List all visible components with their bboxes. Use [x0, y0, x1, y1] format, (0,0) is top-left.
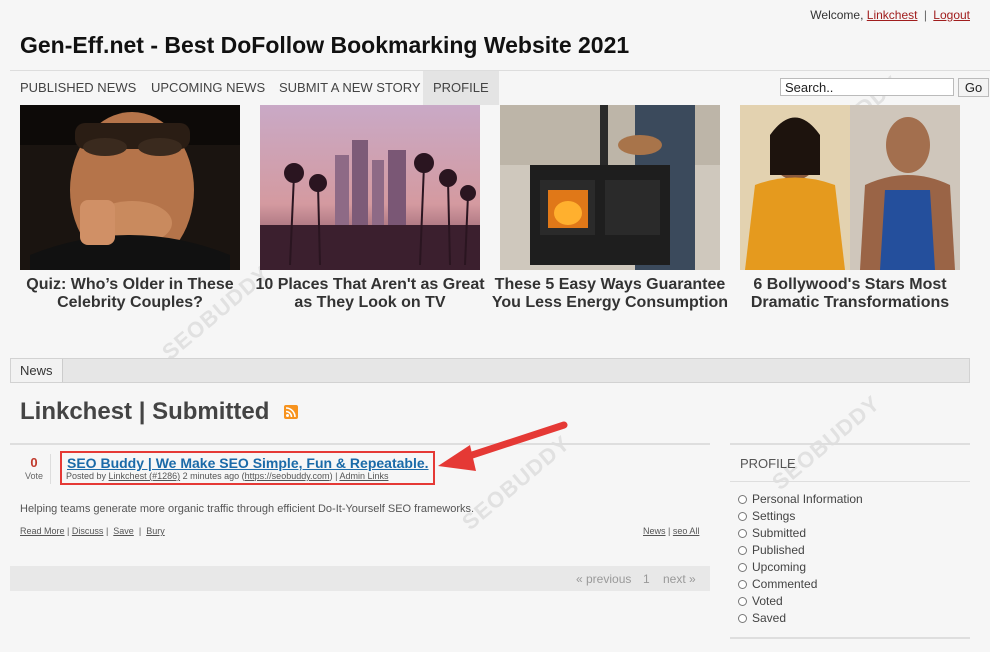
sidebar-item-label: Published	[752, 543, 805, 557]
sidebar-top-divider	[730, 443, 970, 445]
sidebar-item-personal-information[interactable]: Personal Information	[738, 492, 863, 506]
welcome-bar: Welcome, Linkchest | Logout	[810, 8, 970, 22]
action-sep: |	[105, 526, 109, 536]
story-url-link[interactable]: https://seobuddy.com	[245, 471, 330, 481]
bullet-circle-icon	[738, 614, 747, 623]
sidebar-item-published[interactable]: Published	[738, 543, 805, 557]
logout-link[interactable]: Logout	[933, 8, 970, 22]
search-go-button[interactable]: Go	[958, 78, 989, 97]
bury-link[interactable]: Bury	[146, 526, 165, 536]
sidebar-item-label: Settings	[752, 509, 796, 523]
read-more-link[interactable]: Read More	[20, 526, 65, 536]
content-divider	[10, 443, 710, 445]
story-title-link[interactable]: SEO Buddy | We Make SEO Simple, Fun & Re…	[67, 455, 429, 471]
seo-all-link[interactable]: seo All	[673, 526, 700, 536]
category-news-link[interactable]: News	[643, 526, 666, 536]
welcome-label: Welcome,	[810, 8, 864, 22]
featured-image-4[interactable]	[740, 105, 960, 270]
bullet-circle-icon	[738, 563, 747, 572]
featured-title-3[interactable]: These 5 Easy Ways Guarantee You Less Ene…	[490, 276, 730, 312]
nav-profile[interactable]: Profile	[423, 71, 499, 105]
bullet-circle-icon	[738, 597, 747, 606]
action-sep: |	[138, 526, 142, 536]
featured-image-2[interactable]	[260, 105, 480, 270]
nav-published-news[interactable]: Published News	[10, 71, 146, 105]
sidebar-item-submitted[interactable]: Submitted	[738, 526, 806, 540]
site-title[interactable]: Gen-Eff.net - Best DoFollow Bookmarking …	[20, 32, 629, 59]
nav-submit-story[interactable]: Submit a New Story	[269, 71, 431, 105]
welcome-separator: |	[923, 8, 927, 22]
story-actions: Read More | Discuss | Save | Bury	[20, 526, 165, 536]
featured-title-4[interactable]: 6 Bollywood's Stars Most Dramatic Transf…	[730, 276, 970, 312]
sidebar-item-label: Voted	[752, 594, 783, 608]
bullet-circle-icon	[738, 580, 747, 589]
pager-previous[interactable]: « previous	[576, 572, 631, 586]
discuss-link[interactable]: Discuss	[72, 526, 104, 536]
featured-image-1[interactable]	[20, 105, 240, 270]
pagination: « previous 1 next »	[10, 566, 710, 591]
vote-count: 0	[30, 455, 38, 470]
sidebar-item-label: Saved	[752, 611, 787, 625]
vote-button[interactable]: Vote	[22, 471, 46, 481]
bullet-circle-icon	[738, 529, 747, 538]
story-author-link[interactable]: Linkchest (#1286)	[109, 471, 181, 481]
rss-icon[interactable]	[284, 405, 298, 419]
sidebar-item-label: Upcoming	[752, 560, 807, 574]
sidebar-item-upcoming[interactable]: Upcoming	[738, 560, 806, 574]
category-sep: |	[668, 526, 671, 536]
story-meta: Posted by Linkchest (#1286) 2 minutes ag…	[66, 471, 388, 481]
tab-news[interactable]: News	[11, 359, 63, 382]
pager-page-1[interactable]: 1	[643, 572, 650, 586]
story-url-close: )	[329, 471, 333, 481]
sidebar-item-saved[interactable]: Saved	[738, 611, 786, 625]
sidebar-item-label: Commented	[752, 577, 818, 591]
sidebar-divider	[730, 481, 970, 482]
sidebar-bottom-divider	[730, 637, 970, 639]
tab-bar: News	[10, 358, 970, 383]
pager-next[interactable]: next »	[663, 572, 696, 586]
sidebar-item-label: Personal Information	[752, 492, 863, 506]
username-link[interactable]: Linkchest	[867, 8, 918, 22]
story-admin-sep: |	[335, 471, 338, 481]
story-categories: News | seo All	[643, 526, 699, 536]
sidebar-item-settings[interactable]: Settings	[738, 509, 795, 523]
bullet-circle-icon	[738, 512, 747, 521]
story-description: Helping teams generate more organic traf…	[20, 503, 475, 515]
search-input[interactable]: Search..	[780, 78, 954, 96]
featured-title-1[interactable]: Quiz: Who’s Older in These Celebrity Cou…	[10, 276, 250, 312]
story-meta-prefix: Posted by	[66, 471, 107, 481]
annotation-arrow-icon	[438, 421, 568, 471]
action-sep: |	[67, 526, 70, 536]
featured-image-3[interactable]	[500, 105, 720, 270]
sidebar-heading: Profile	[740, 456, 796, 471]
save-link[interactable]: Save	[113, 526, 134, 536]
sidebar-item-voted[interactable]: Voted	[738, 594, 783, 608]
vote-divider	[50, 454, 51, 484]
nav-upcoming-news[interactable]: Upcoming News	[141, 71, 275, 105]
story-time: 2 minutes ago	[182, 471, 240, 481]
page-title: Linkchest | Submitted	[20, 398, 270, 425]
bullet-circle-icon	[738, 546, 747, 555]
sidebar-item-commented[interactable]: Commented	[738, 577, 817, 591]
sidebar-item-label: Submitted	[752, 526, 807, 540]
bullet-circle-icon	[738, 495, 747, 504]
featured-title-2[interactable]: 10 Places That Aren't as Great as They L…	[250, 276, 490, 312]
admin-links-link[interactable]: Admin Links	[339, 471, 388, 481]
